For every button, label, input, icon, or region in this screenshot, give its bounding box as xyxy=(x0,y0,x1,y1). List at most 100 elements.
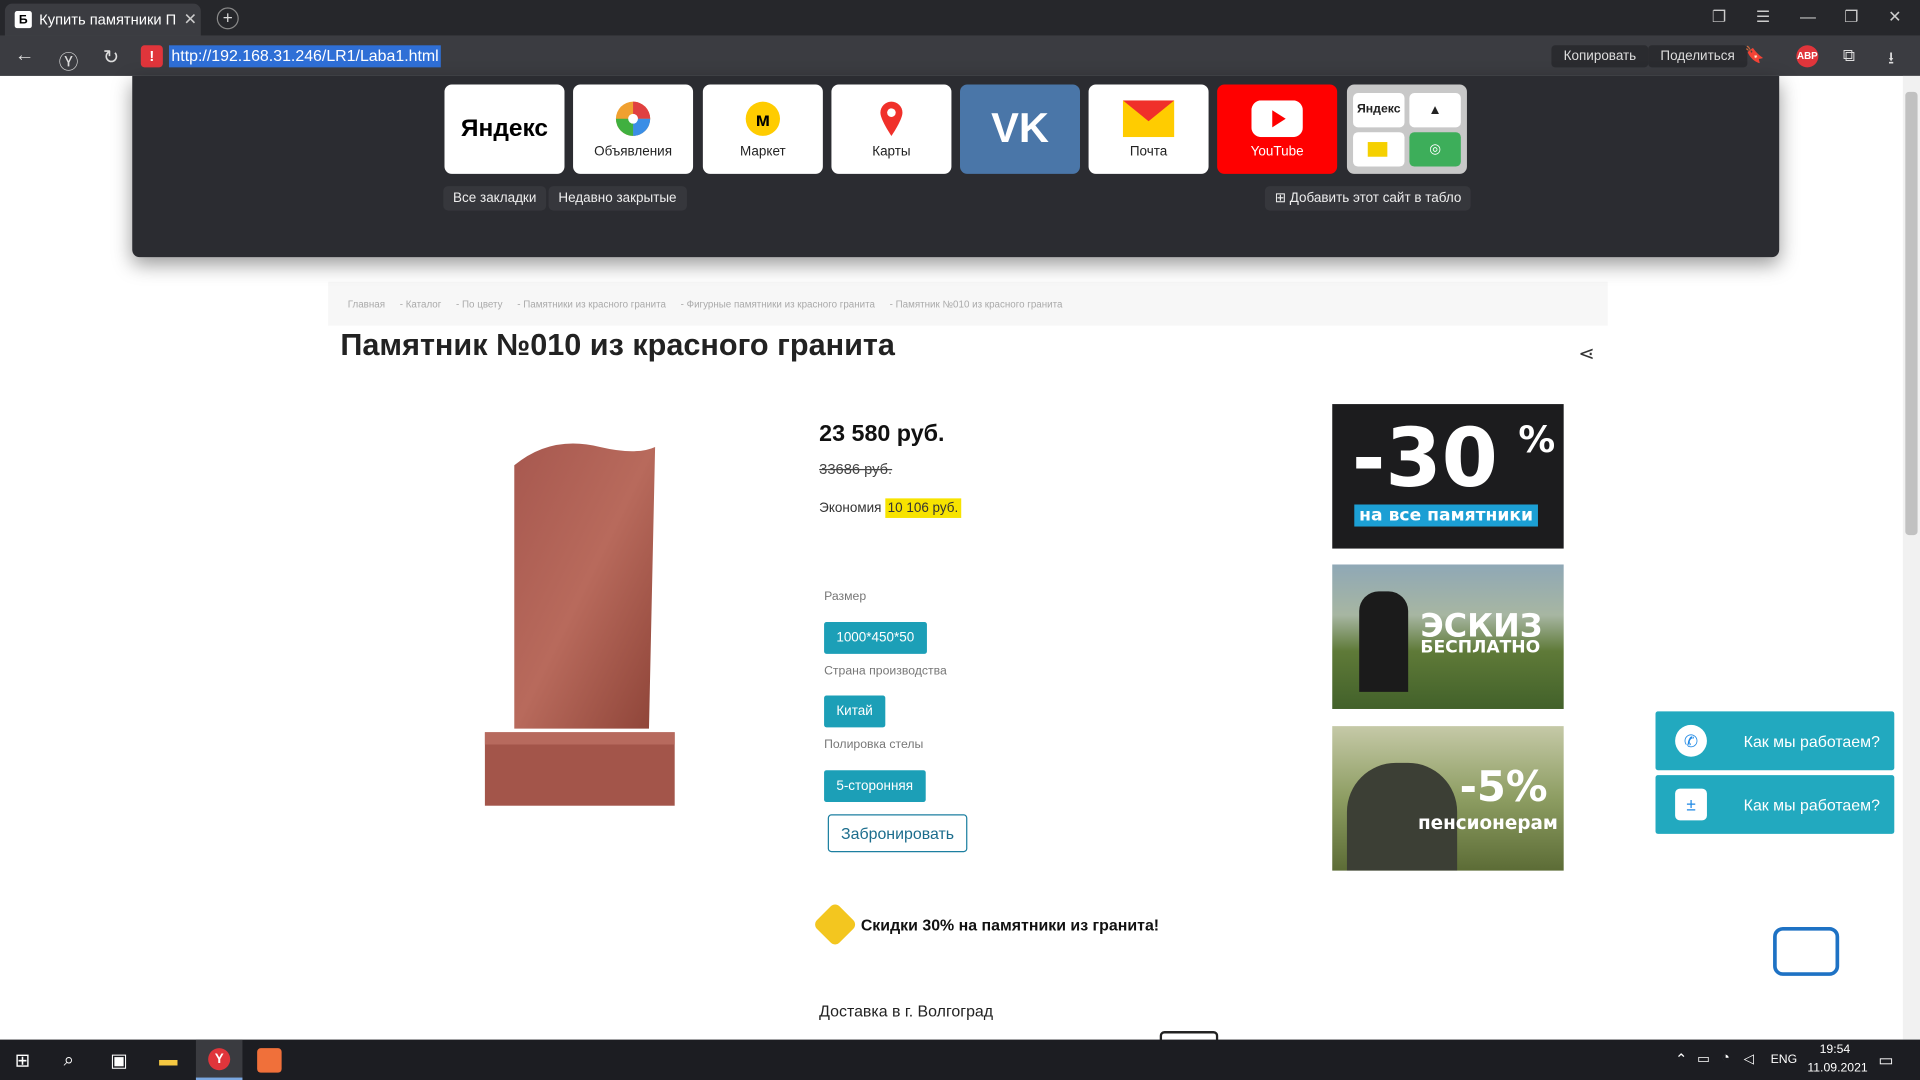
yandex-home-icon[interactable]: Ⓨ xyxy=(59,45,79,74)
calculator-icon: ± xyxy=(1675,788,1707,821)
svg-text:м: м xyxy=(756,109,770,131)
tray-chevron-icon[interactable]: ⌃ xyxy=(1675,1051,1687,1068)
tile-ads-label: Объявления xyxy=(594,143,673,159)
breadcrumb-figured[interactable]: - Фигурные памятники из красного гранита xyxy=(681,298,875,309)
tab-title: Купить памятники Пам xyxy=(39,11,177,29)
recently-closed-button[interactable]: Недавно закрытые xyxy=(548,186,687,211)
xampp-icon[interactable] xyxy=(257,1048,282,1073)
screen: Б Купить памятники Пам ✕ + ❐ ☰ — ❐ ✕ ← Ⓨ… xyxy=(0,0,1920,1080)
file-explorer-icon[interactable]: ▬ xyxy=(159,1049,177,1070)
breadcrumb-by-color[interactable]: - По цвету xyxy=(456,298,503,309)
restore-icon[interactable]: ❐ xyxy=(1844,7,1858,27)
tile-market[interactable]: м Маркет xyxy=(702,84,823,174)
bookmark-icon[interactable]: 🔖 xyxy=(1745,45,1765,65)
volume-icon[interactable]: ◁ xyxy=(1744,1051,1754,1067)
tile-yandex[interactable]: Яндекс xyxy=(444,84,565,174)
tile-mail[interactable]: Почта xyxy=(1088,84,1209,174)
task-view-icon[interactable]: ▣ xyxy=(110,1049,127,1072)
speed-dial-panel: Яндекс Объявления м Маркет Карты VK Почт… xyxy=(132,75,1780,258)
new-tab-button[interactable]: + xyxy=(216,7,239,30)
tile-group-grid: Яндекс ▲ ◎ xyxy=(1353,92,1461,166)
polish-option-button[interactable]: 5-сторонняя xyxy=(824,770,926,803)
tile-mail-label: Почта xyxy=(1129,143,1168,159)
discount-tag-icon xyxy=(812,901,858,948)
share-icon[interactable]: ⋖ xyxy=(1578,342,1594,366)
how-we-work-calc-widget[interactable]: ± Как мы работаем? xyxy=(1655,775,1895,834)
promo-text: Скидки 30% на памятники из гранита! xyxy=(860,915,1160,934)
play-icon xyxy=(1251,99,1303,137)
tile-vk[interactable]: VK xyxy=(960,84,1081,174)
economy-label: Экономия xyxy=(819,500,882,516)
mini-zen-icon xyxy=(1353,131,1405,166)
gravestone-image xyxy=(1359,591,1409,692)
battery-icon[interactable]: ▭ xyxy=(1697,1051,1710,1067)
insecure-warning-icon[interactable]: ! xyxy=(140,45,163,68)
tile-maps-label: Карты xyxy=(872,143,911,159)
banner1-sub: на все памятники xyxy=(1354,504,1538,527)
tile-yandex-group[interactable]: Яндекс ▲ ◎ xyxy=(1346,84,1467,174)
widget-1-label: Как мы работаем? xyxy=(1743,731,1880,751)
tile-market-label: Маркет xyxy=(740,143,786,159)
breadcrumb-catalog[interactable]: - Каталог xyxy=(400,298,442,309)
chat-icon[interactable] xyxy=(1773,926,1840,976)
tabs-list-icon[interactable]: ❐ xyxy=(1712,7,1726,27)
menu-icon[interactable]: ☰ xyxy=(1756,7,1770,27)
banner2-line2: БЕСПЛАТНО xyxy=(1420,637,1541,658)
all-bookmarks-button[interactable]: Все закладки xyxy=(443,186,547,211)
economy: Экономия 10 106 руб. xyxy=(819,498,961,518)
clock-date[interactable]: 11.09.2021 xyxy=(1807,1062,1867,1075)
size-label: Размер xyxy=(824,590,867,604)
banner1-pct: % xyxy=(1518,418,1556,462)
reserve-button[interactable]: Забронировать xyxy=(827,814,968,853)
share-url-button[interactable]: Поделиться xyxy=(1648,45,1748,68)
country-option-button[interactable]: Китай xyxy=(824,695,885,728)
delivery-text: Доставка в г. Волгоград xyxy=(819,1001,994,1021)
tile-yandex-label: Яндекс xyxy=(460,115,549,143)
browser-tab[interactable]: Б Купить памятники Пам ✕ xyxy=(4,3,201,36)
tile-youtube-label: YouTube xyxy=(1250,143,1304,159)
map-pin-icon xyxy=(878,100,905,137)
tile-ads[interactable]: Объявления xyxy=(573,84,694,174)
collections-icon[interactable]: ⧉ xyxy=(1843,45,1855,66)
back-icon[interactable]: ← xyxy=(15,45,35,67)
clock-time[interactable]: 19:54 xyxy=(1820,1043,1851,1056)
windows-start-icon[interactable]: ⊞ xyxy=(15,1049,30,1072)
breadcrumb-home[interactable]: Главная xyxy=(348,298,385,309)
breadcrumb-red-granite[interactable]: - Памятники из красного гранита xyxy=(517,298,666,309)
wifi-icon[interactable]: ◔ xyxy=(1722,1051,1730,1066)
close-tab-icon[interactable]: ✕ xyxy=(184,10,197,30)
reload-icon[interactable]: ↻ xyxy=(103,45,119,69)
url-field[interactable]: http://192.168.31.246/LR1/Laba1.html xyxy=(168,45,442,68)
downloads-icon[interactable]: ⭳ xyxy=(1888,45,1894,74)
old-price: 33686 руб. xyxy=(819,460,893,478)
title-bar: Б Купить памятники Пам ✕ + ❐ ☰ — ❐ ✕ xyxy=(0,0,1920,36)
yandex-browser-icon: Y xyxy=(208,1048,231,1071)
envelope-icon xyxy=(1122,99,1175,137)
tile-youtube[interactable]: YouTube xyxy=(1217,84,1338,174)
size-option-button[interactable]: 1000*450*50 xyxy=(824,622,927,654)
monument-image xyxy=(484,443,675,806)
banner1-big: -30 xyxy=(1351,411,1498,506)
tile-maps[interactable]: Карты xyxy=(831,84,952,174)
add-site-button[interactable]: ⊞ Добавить этот сайт в табло xyxy=(1264,186,1472,211)
promo-line: Скидки 30% на памятники из гранита! xyxy=(812,901,1160,948)
language-indicator[interactable]: ENG xyxy=(1771,1053,1798,1066)
mini-yandex: Яндекс xyxy=(1353,92,1405,127)
banner-discount-30[interactable]: -30 % на все памятники xyxy=(1332,404,1564,549)
how-we-work-call-widget[interactable]: ✆ Как мы работаем? xyxy=(1655,711,1895,771)
phone-icon: ✆ xyxy=(1675,724,1707,757)
adblock-icon[interactable]: ABP xyxy=(1796,45,1819,68)
country-label: Страна производства xyxy=(824,664,947,679)
banner3-sub: пенсионерам xyxy=(1417,811,1558,834)
copy-button[interactable]: Копировать xyxy=(1551,45,1649,68)
banner-pensioners[interactable]: -5% пенсионерам xyxy=(1332,726,1564,871)
notifications-icon[interactable]: ▭ xyxy=(1878,1051,1893,1071)
close-window-icon[interactable]: ✕ xyxy=(1888,7,1901,27)
minimize-icon[interactable]: — xyxy=(1800,7,1816,25)
search-icon[interactable]: ⌕ xyxy=(64,1049,74,1070)
taskbar-browser-active[interactable]: Y xyxy=(195,1039,243,1080)
banner-free-sketch[interactable]: ЭСКИЗ БЕСПЛАТНО xyxy=(1332,564,1564,709)
scrollbar-thumb[interactable] xyxy=(1905,91,1918,536)
add-square-icon: ⊞ xyxy=(1274,191,1290,206)
breadcrumb-current: - Памятник №010 из красного гранита xyxy=(889,298,1063,310)
